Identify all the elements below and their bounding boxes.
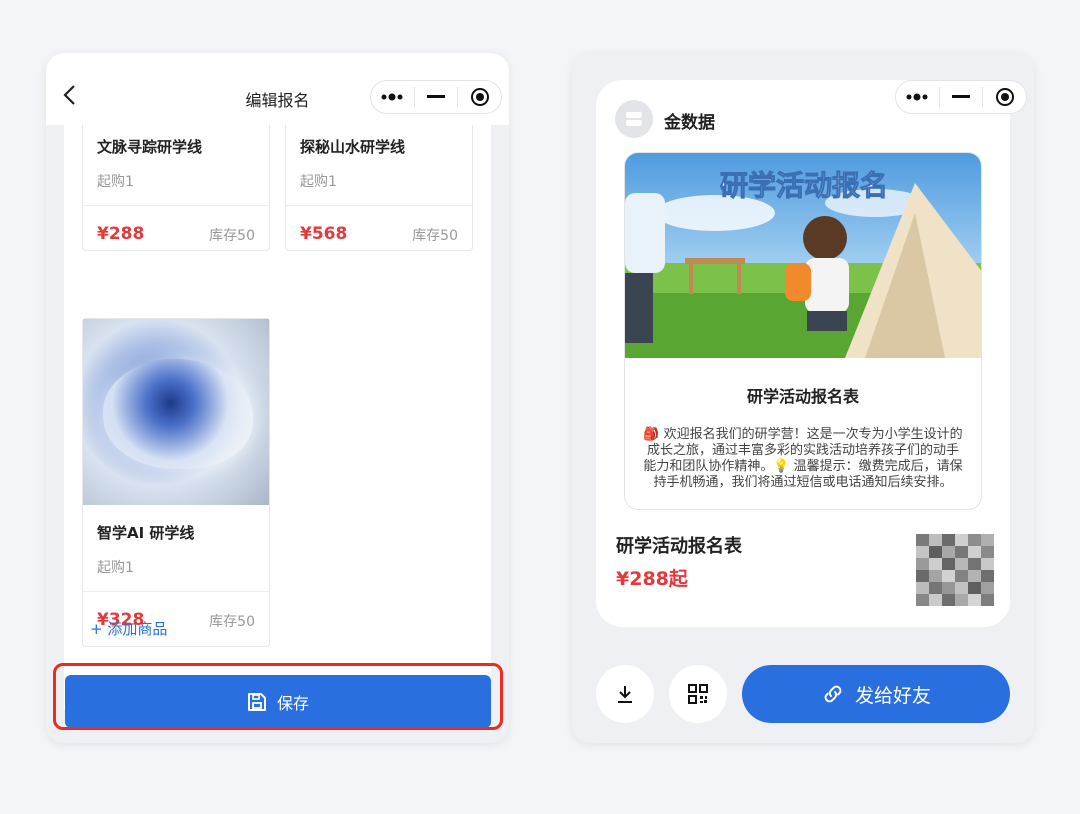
add-product-button[interactable]: + 添加商品 [90,618,167,639]
nav-bar: 编辑报名 [46,53,509,125]
product-name: 智学AI 研学线 [97,524,195,542]
send-to-friend-button[interactable]: 发给好友 [742,665,1010,723]
form-title: 研学活动报名表 [616,536,742,557]
share-card: 金数据 研学活动报名 研学活动报名表 🎒 欢迎报名我们的研学营！这是一次专为小学… [596,80,1010,627]
save-button[interactable]: 保存 [65,675,491,728]
product-list: 文脉寻踪研学线 起购1 ¥288 库存50 探秘山水研学线 起购1 ¥568 库… [64,125,491,710]
product-stock: 库存50 [412,228,458,244]
more-button[interactable] [896,81,939,113]
more-dots-icon [381,93,403,101]
close-button[interactable] [458,81,501,113]
download-icon [618,686,632,703]
product-card[interactable]: 智学AI 研学线 起购1 ¥328 库存50 [82,318,270,647]
link-icon [824,685,842,703]
product-card[interactable]: 探秘山水研学线 起购1 ¥568 库存50 [285,125,473,251]
avatar [615,100,653,138]
product-name: 文脉寻踪研学线 [97,138,203,156]
product-min-qty: 起购1 [300,174,337,190]
product-card[interactable]: 文脉寻踪研学线 起购1 ¥288 库存50 [82,125,270,251]
floppy-disk-icon [247,692,266,711]
save-highlight: 保存 [53,663,503,730]
product-min-qty: 起购1 [97,174,134,190]
minus-icon [427,95,445,98]
save-label: 保存 [276,693,309,713]
poster: 研学活动报名 研学活动报名表 🎒 欢迎报名我们的研学营！这是一次专为小学生设计的… [624,152,982,510]
minimize-button[interactable] [940,81,983,113]
product-stock: 库存50 [209,614,255,630]
close-button[interactable] [983,81,1026,113]
mini-program-capsule [370,80,502,114]
product-price: ¥568 [300,224,348,244]
form-price: ¥288起 [616,568,688,590]
product-price: ¥288 [97,224,145,244]
more-dots-icon [906,93,928,101]
target-circle-icon [995,88,1014,106]
qr-code-icon [688,684,708,704]
product-image [83,319,269,505]
brand-name: 金数据 [664,113,715,133]
share-screen: 金数据 研学活动报名 研学活动报名表 🎒 欢迎报名我们的研学营！这是一次专为小学… [572,53,1034,743]
mini-program-capsule [895,80,1027,114]
download-button[interactable] [596,665,654,723]
qrcode-button[interactable] [669,665,727,723]
target-circle-icon [470,88,489,106]
poster-heading: 研学活动报名表 [746,387,859,406]
brand-logo-icon [626,112,642,126]
product-name: 探秘山水研学线 [300,138,406,156]
poster-illustration: 研学活动报名 [625,153,981,358]
send-label: 发给好友 [854,684,931,707]
product-stock: 库存50 [209,228,255,244]
minus-icon [952,95,970,98]
poster-description: 🎒 欢迎报名我们的研学营！这是一次专为小学生设计的成长之旅，通过丰富多彩的实践活… [643,427,963,490]
product-min-qty: 起购1 [97,560,134,576]
more-button[interactable] [371,81,414,113]
minimize-button[interactable] [415,81,458,113]
qr-code[interactable] [916,534,994,606]
edit-signup-screen: 编辑报名 文脉寻踪研学线 起购1 ¥288 库存50 探秘山水研学线 起购1 ¥… [46,53,509,743]
poster-banner: 研学活动报名 [720,169,888,202]
